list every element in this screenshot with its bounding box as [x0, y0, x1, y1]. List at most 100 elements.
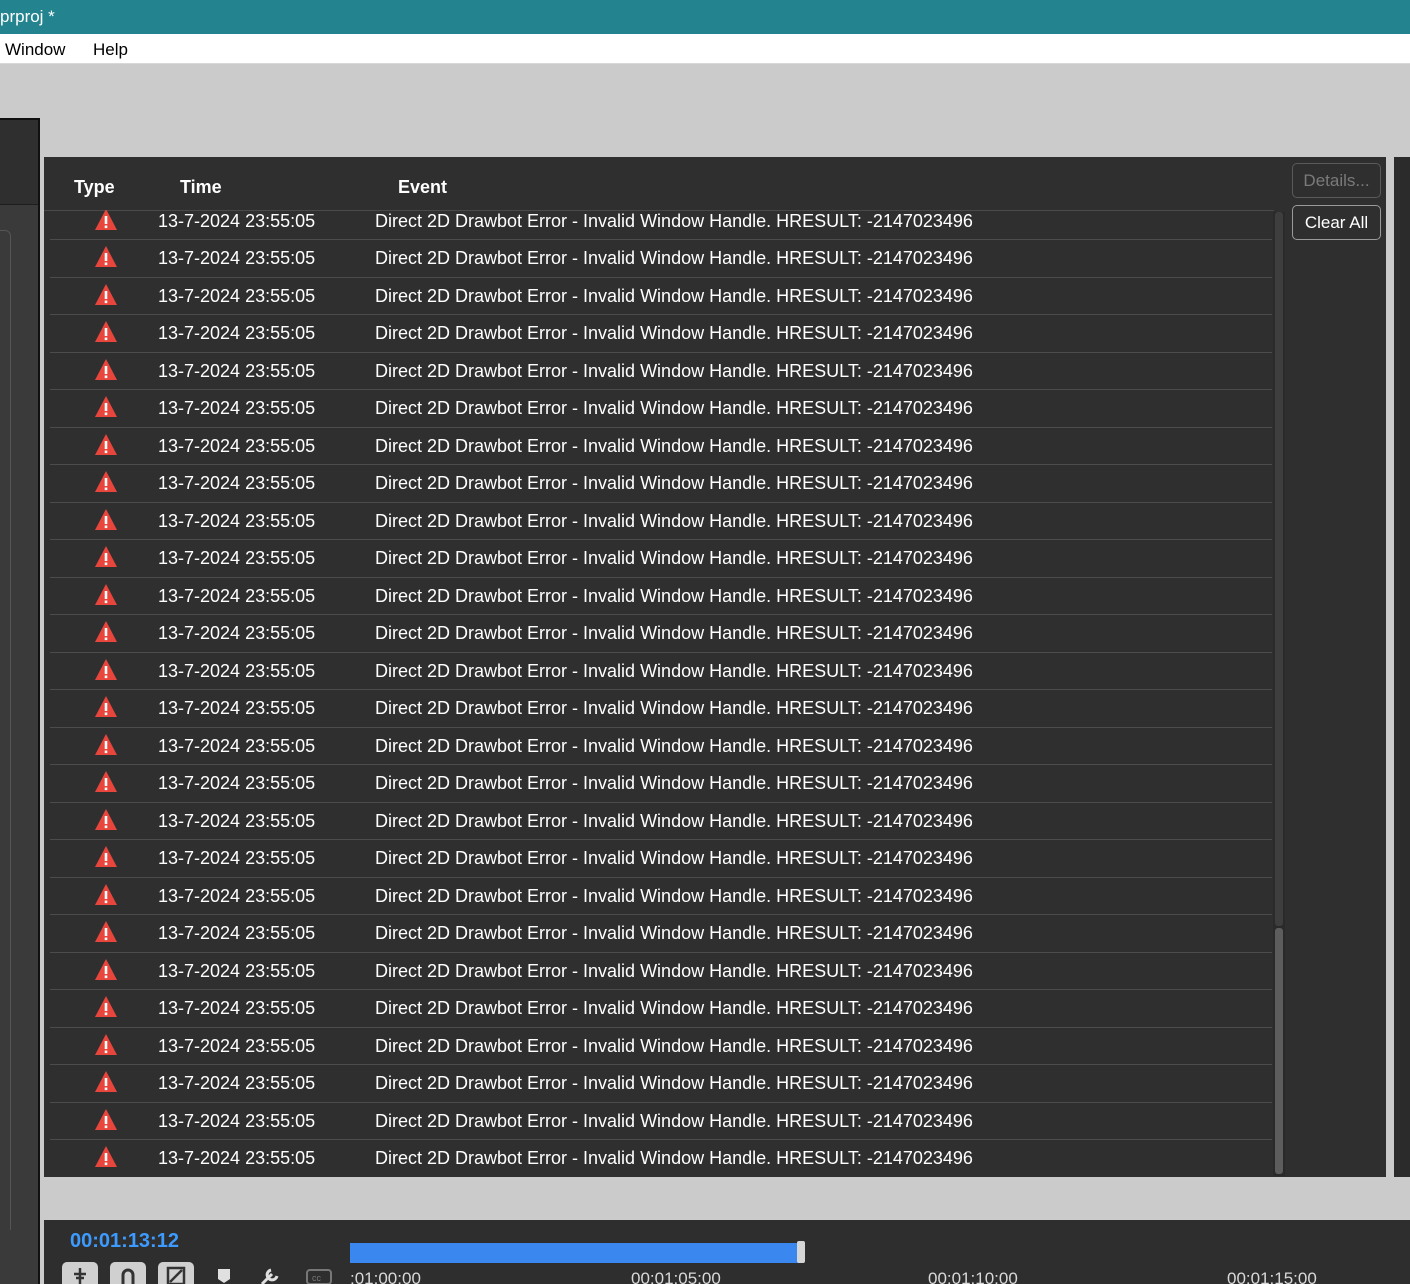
event-time: 13-7-2024 23:55:05	[158, 323, 316, 343]
menu-window[interactable]: Window	[5, 40, 65, 60]
scrollbar-thumb[interactable]	[1275, 928, 1283, 1174]
event-row[interactable]: 13-7-2024 23:55:05 Direct 2D Drawbot Err…	[50, 503, 1272, 540]
event-row[interactable]: 13-7-2024 23:55:05 Direct 2D Drawbot Err…	[50, 315, 1272, 353]
warning-icon	[94, 733, 118, 757]
work-area-bar[interactable]	[350, 1243, 800, 1263]
warning-icon	[94, 508, 118, 532]
warning-icon	[94, 808, 118, 832]
svg-text:cc: cc	[312, 1273, 322, 1283]
warning-icon	[94, 358, 118, 382]
warning-icon	[94, 958, 118, 982]
event-time: 13-7-2024 23:55:05	[158, 623, 316, 643]
event-time: 13-7-2024 23:55:05	[158, 585, 316, 606]
event-row[interactable]: 13-7-2024 23:55:05 Direct 2D Drawbot Err…	[50, 1028, 1272, 1065]
event-time: 13-7-2024 23:55:05	[158, 473, 316, 493]
warning-icon	[94, 658, 118, 682]
event-row[interactable]: 13-7-2024 23:55:05 Direct 2D Drawbot Err…	[50, 240, 1272, 278]
column-type-header[interactable]: Type	[74, 177, 115, 198]
menu-help[interactable]: Help	[93, 40, 128, 60]
event-time: 13-7-2024 23:55:05	[158, 698, 316, 718]
event-message: Direct 2D Drawbot Error - Invalid Window…	[375, 510, 973, 531]
wrench-settings-icon[interactable]	[260, 1268, 282, 1284]
event-message: Direct 2D Drawbot Error - Invalid Window…	[375, 623, 973, 643]
warning-icon	[94, 620, 118, 644]
event-time: 13-7-2024 23:55:05	[158, 285, 316, 306]
event-time: 13-7-2024 23:55:05	[158, 810, 316, 831]
warning-icon	[94, 1070, 118, 1094]
insert-sequence-icon[interactable]	[62, 1262, 98, 1284]
marker-icon[interactable]	[217, 1268, 231, 1284]
event-time: 13-7-2024 23:55:05	[158, 923, 316, 943]
event-row[interactable]: 13-7-2024 23:55:05 Direct 2D Drawbot Err…	[50, 915, 1272, 953]
event-row[interactable]: 13-7-2024 23:55:05 Direct 2D Drawbot Err…	[50, 465, 1272, 503]
event-message: Direct 2D Drawbot Error - Invalid Window…	[375, 211, 973, 231]
warning-icon	[94, 320, 118, 344]
event-message: Direct 2D Drawbot Error - Invalid Window…	[375, 848, 973, 868]
event-row[interactable]: 13-7-2024 23:55:05 Direct 2D Drawbot Err…	[50, 278, 1272, 315]
event-row[interactable]: 13-7-2024 23:55:05 Direct 2D Drawbot Err…	[50, 1140, 1272, 1176]
event-time: 13-7-2024 23:55:05	[158, 660, 316, 681]
event-message: Direct 2D Drawbot Error - Invalid Window…	[375, 1035, 973, 1056]
events-scrollbar[interactable]	[1273, 212, 1285, 1176]
event-message: Direct 2D Drawbot Error - Invalid Window…	[375, 285, 973, 306]
events-panel: Type Time Event 13-7-2024 23:55:05 Direc…	[44, 157, 1386, 1177]
event-row[interactable]: 13-7-2024 23:55:05 Direct 2D Drawbot Err…	[50, 728, 1272, 765]
warning-icon	[94, 770, 118, 794]
left-panel-edge	[0, 230, 11, 1230]
event-message: Direct 2D Drawbot Error - Invalid Window…	[375, 998, 973, 1018]
event-time: 13-7-2024 23:55:05	[158, 773, 316, 793]
event-row[interactable]: 13-7-2024 23:55:05 Direct 2D Drawbot Err…	[50, 578, 1272, 615]
warning-icon	[94, 995, 118, 1019]
event-row[interactable]: 13-7-2024 23:55:05 Direct 2D Drawbot Err…	[50, 953, 1272, 990]
event-row[interactable]: 13-7-2024 23:55:05 Direct 2D Drawbot Err…	[50, 1103, 1272, 1140]
event-time: 13-7-2024 23:55:05	[158, 1035, 316, 1056]
event-time: 13-7-2024 23:55:05	[158, 885, 316, 906]
event-row[interactable]: 13-7-2024 23:55:05 Direct 2D Drawbot Err…	[50, 878, 1272, 915]
warning-icon	[94, 1145, 118, 1169]
event-time: 13-7-2024 23:55:05	[158, 1110, 316, 1131]
event-message: Direct 2D Drawbot Error - Invalid Window…	[375, 548, 973, 568]
warning-icon	[94, 1033, 118, 1057]
event-row[interactable]: 13-7-2024 23:55:05 Direct 2D Drawbot Err…	[50, 1065, 1272, 1103]
work-area-handle[interactable]	[797, 1241, 805, 1263]
event-message: Direct 2D Drawbot Error - Invalid Window…	[375, 960, 973, 981]
event-row[interactable]: 13-7-2024 23:55:05 Direct 2D Drawbot Err…	[50, 428, 1272, 465]
title-bar: prproj *	[0, 0, 1410, 34]
warning-icon	[94, 395, 118, 419]
warning-icon	[94, 545, 118, 569]
event-row[interactable]: 13-7-2024 23:55:05 Direct 2D Drawbot Err…	[50, 765, 1272, 803]
event-message: Direct 2D Drawbot Error - Invalid Window…	[375, 810, 973, 831]
linked-selection-icon[interactable]	[158, 1262, 194, 1284]
warning-icon	[94, 695, 118, 719]
event-row[interactable]: 13-7-2024 23:55:05 Direct 2D Drawbot Err…	[50, 540, 1272, 578]
event-row[interactable]: 13-7-2024 23:55:05 Direct 2D Drawbot Err…	[50, 840, 1272, 878]
event-row[interactable]: 13-7-2024 23:55:05 Direct 2D Drawbot Err…	[50, 210, 1272, 240]
event-row[interactable]: 13-7-2024 23:55:05 Direct 2D Drawbot Err…	[50, 390, 1272, 428]
event-message: Direct 2D Drawbot Error - Invalid Window…	[375, 248, 973, 268]
details-button[interactable]: Details...	[1292, 163, 1381, 198]
events-list[interactable]: 13-7-2024 23:55:05 Direct 2D Drawbot Err…	[50, 210, 1272, 1176]
event-row[interactable]: 13-7-2024 23:55:05 Direct 2D Drawbot Err…	[50, 653, 1272, 690]
event-message: Direct 2D Drawbot Error - Invalid Window…	[375, 435, 973, 456]
event-time: 13-7-2024 23:55:05	[158, 510, 316, 531]
ruler-tick-label: 00:01:15:00	[1227, 1269, 1317, 1284]
event-message: Direct 2D Drawbot Error - Invalid Window…	[375, 1148, 973, 1168]
captions-icon[interactable]: cc	[306, 1268, 332, 1284]
clear-all-button[interactable]: Clear All	[1292, 205, 1381, 240]
event-row[interactable]: 13-7-2024 23:55:05 Direct 2D Drawbot Err…	[50, 690, 1272, 728]
event-time: 13-7-2024 23:55:05	[158, 1148, 316, 1168]
event-row[interactable]: 13-7-2024 23:55:05 Direct 2D Drawbot Err…	[50, 803, 1272, 840]
event-row[interactable]: 13-7-2024 23:55:05 Direct 2D Drawbot Err…	[50, 990, 1272, 1028]
column-time-header[interactable]: Time	[180, 177, 222, 198]
left-panel	[0, 118, 40, 1284]
event-message: Direct 2D Drawbot Error - Invalid Window…	[375, 923, 973, 943]
event-time: 13-7-2024 23:55:05	[158, 848, 316, 868]
snap-magnet-icon[interactable]	[110, 1262, 146, 1284]
column-event-header[interactable]: Event	[398, 177, 447, 198]
event-time: 13-7-2024 23:55:05	[158, 960, 316, 981]
events-table-header: Type Time Event	[44, 157, 1274, 211]
event-row[interactable]: 13-7-2024 23:55:05 Direct 2D Drawbot Err…	[50, 353, 1272, 390]
playhead-timecode[interactable]: 00:01:13:12	[70, 1230, 179, 1253]
event-row[interactable]: 13-7-2024 23:55:05 Direct 2D Drawbot Err…	[50, 615, 1272, 653]
event-message: Direct 2D Drawbot Error - Invalid Window…	[375, 1073, 973, 1093]
